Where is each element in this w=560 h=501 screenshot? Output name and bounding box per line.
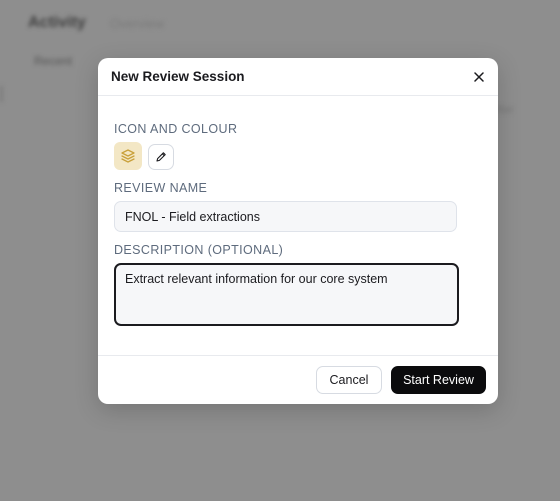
icon-and-colour-label: ICON AND COLOUR — [114, 122, 238, 136]
new-review-session-dialog: New Review Session ICON AND COLOUR REVIE… — [98, 58, 498, 404]
pencil-icon — [156, 152, 166, 162]
background-app-subtitle: Overview — [110, 16, 165, 31]
dialog-footer: Cancel Start Review — [98, 355, 498, 404]
edit-icon-button[interactable] — [148, 144, 174, 170]
selected-icon-tile[interactable] — [114, 142, 142, 170]
cancel-button[interactable]: Cancel — [316, 366, 382, 394]
dialog-title: New Review Session — [111, 69, 245, 84]
layers-icon — [121, 149, 135, 163]
background-marker — [0, 86, 3, 102]
background-tab: Recent — [34, 54, 73, 68]
background-app-title: Activity — [28, 14, 86, 31]
review-name-label: REVIEW NAME — [114, 181, 208, 195]
review-name-input[interactable] — [114, 201, 457, 232]
start-review-button[interactable]: Start Review — [391, 366, 486, 394]
close-icon — [474, 72, 484, 82]
dialog-header: New Review Session — [98, 58, 498, 96]
description-label: DESCRIPTION (OPTIONAL) — [114, 243, 284, 257]
description-textarea[interactable]: Extract relevant information for our cor… — [114, 263, 459, 326]
close-button[interactable] — [470, 68, 488, 86]
